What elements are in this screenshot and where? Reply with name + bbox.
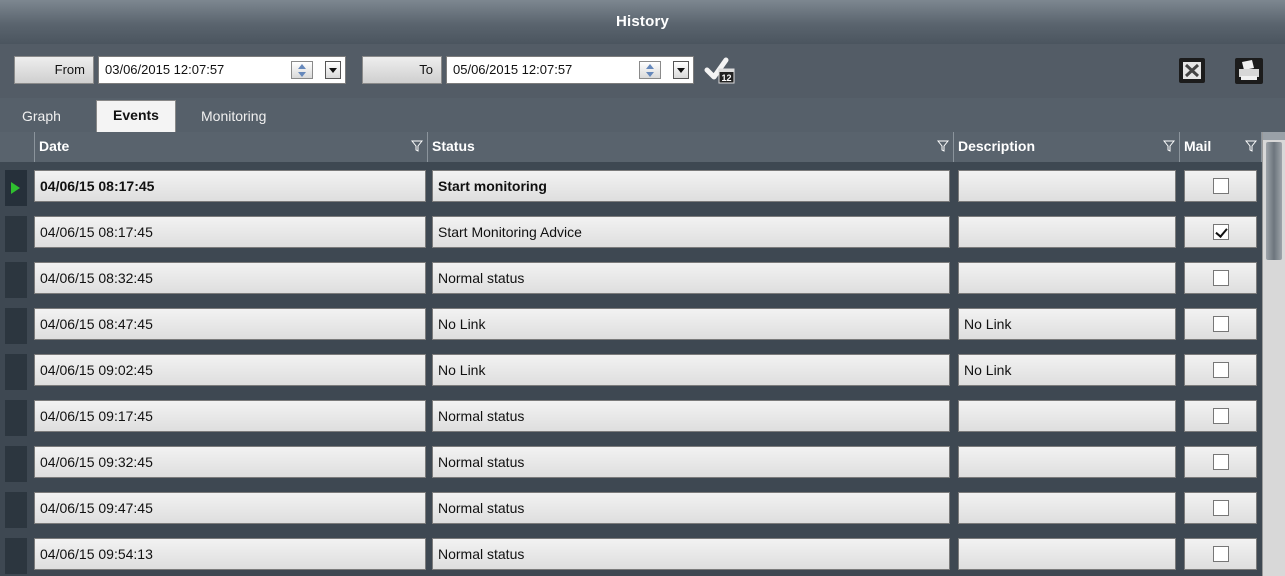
from-spin-icon[interactable]: [291, 61, 313, 79]
to-dropdown-icon[interactable]: [673, 61, 689, 79]
table-row[interactable]: 04/06/15 09:17:45 Normal status: [0, 392, 1262, 438]
cell-status[interactable]: Start monitoring: [432, 170, 950, 202]
column-header-date-label: Date: [39, 138, 70, 154]
cell-description[interactable]: [958, 170, 1176, 202]
scroll-up-arrow[interactable]: [1263, 132, 1285, 140]
from-datetime-field[interactable]: 03/06/2015 12:07:57: [98, 56, 346, 84]
to-datetime-field[interactable]: 05/06/2015 12:07:57: [446, 56, 694, 84]
cell-status[interactable]: No Link: [432, 354, 950, 386]
window-title: History: [0, 0, 1285, 44]
tab-bar: Graph Events Monitoring: [0, 98, 1285, 132]
filter-icon[interactable]: [1245, 140, 1257, 152]
row-indicator[interactable]: [5, 492, 27, 528]
table-row[interactable]: 04/06/15 08:32:45 Normal status: [0, 254, 1262, 300]
filter-icon[interactable]: [1163, 140, 1175, 152]
row-indicator[interactable]: [5, 308, 27, 344]
cell-status[interactable]: Normal status: [432, 446, 950, 478]
mail-checkbox[interactable]: [1213, 454, 1229, 470]
cell-description[interactable]: [958, 216, 1176, 248]
cell-date[interactable]: 04/06/15 09:54:13: [34, 538, 426, 570]
cell-description[interactable]: [958, 400, 1176, 432]
mail-checkbox[interactable]: [1213, 224, 1229, 240]
column-header-status-label: Status: [432, 138, 475, 154]
to-datetime-value: 05/06/2015 12:07:57: [453, 62, 573, 77]
grid-rows: 04/06/15 08:17:45 Start monitoring 04/06/1…: [0, 162, 1262, 576]
table-row[interactable]: 04/06/15 08:17:45 Start Monitoring Advice: [0, 208, 1262, 254]
column-header-mail-label: Mail: [1184, 138, 1212, 154]
filter-icon[interactable]: [411, 140, 423, 152]
calendar-day-label: 12: [721, 73, 731, 83]
row-indicator[interactable]: [5, 216, 27, 252]
cell-description[interactable]: No Link: [958, 354, 1176, 386]
mail-checkbox[interactable]: [1213, 546, 1229, 562]
cell-status[interactable]: Normal status: [432, 538, 950, 570]
cell-date[interactable]: 04/06/15 09:32:45: [34, 446, 426, 478]
cell-date[interactable]: 04/06/15 09:02:45: [34, 354, 426, 386]
column-header-date[interactable]: Date: [35, 132, 428, 162]
cell-status[interactable]: Normal status: [432, 400, 950, 432]
table-row[interactable]: 04/06/15 09:47:45 Normal status: [0, 484, 1262, 530]
cell-description[interactable]: [958, 262, 1176, 294]
table-row[interactable]: 04/06/15 09:02:45 No Link No Link: [0, 346, 1262, 392]
calendar-check-icon[interactable]: 12: [704, 54, 736, 86]
from-button[interactable]: From: [14, 56, 94, 84]
current-row-arrow-icon: [11, 182, 20, 194]
cell-status[interactable]: No Link: [432, 308, 950, 340]
column-header-description-label: Description: [958, 138, 1036, 154]
from-datetime-value: 03/06/2015 12:07:57: [105, 62, 225, 77]
scroll-thumb[interactable]: [1266, 142, 1282, 260]
mail-checkbox[interactable]: [1213, 270, 1229, 286]
cell-description[interactable]: No Link: [958, 308, 1176, 340]
column-header-description[interactable]: Description: [954, 132, 1180, 162]
cell-date[interactable]: 04/06/15 08:17:45: [34, 170, 426, 202]
cell-date[interactable]: 04/06/15 08:32:45: [34, 262, 426, 294]
row-indicator[interactable]: [5, 446, 27, 482]
row-indicator[interactable]: [5, 262, 27, 298]
mail-checkbox[interactable]: [1213, 362, 1229, 378]
table-row[interactable]: 04/06/15 09:54:13 Normal status: [0, 530, 1262, 576]
toolbar: From 03/06/2015 12:07:57 To 05/06/2015 1…: [0, 44, 1285, 98]
cell-status[interactable]: Normal status: [432, 262, 950, 294]
cell-description[interactable]: [958, 446, 1176, 478]
column-header-status[interactable]: Status: [428, 132, 954, 162]
mail-checkbox[interactable]: [1213, 500, 1229, 516]
to-spin-icon[interactable]: [639, 61, 661, 79]
tab-events[interactable]: Events: [96, 100, 176, 132]
cell-date[interactable]: 04/06/15 09:47:45: [34, 492, 426, 524]
table-row[interactable]: 04/06/15 08:17:45 Start monitoring: [0, 162, 1262, 208]
cell-status[interactable]: Start Monitoring Advice: [432, 216, 950, 248]
row-indicator[interactable]: [5, 354, 27, 390]
table-row[interactable]: 04/06/15 08:47:45 No Link No Link: [0, 300, 1262, 346]
to-button[interactable]: To: [362, 56, 442, 84]
cell-date[interactable]: 04/06/15 09:17:45: [34, 400, 426, 432]
vertical-scrollbar[interactable]: [1262, 132, 1285, 576]
mail-checkbox[interactable]: [1213, 316, 1229, 332]
cell-date[interactable]: 04/06/15 08:17:45: [34, 216, 426, 248]
row-indicator[interactable]: [5, 538, 27, 574]
cell-date[interactable]: 04/06/15 08:47:45: [34, 308, 426, 340]
column-header-mail[interactable]: Mail: [1180, 132, 1262, 162]
cell-status[interactable]: Normal status: [432, 492, 950, 524]
row-indicator-header: [0, 132, 35, 162]
excel-icon[interactable]: [1176, 54, 1208, 86]
table-row[interactable]: 04/06/15 09:32:45 Normal status: [0, 438, 1262, 484]
row-indicator[interactable]: [5, 400, 27, 436]
tab-monitoring[interactable]: Monitoring: [197, 104, 270, 130]
from-dropdown-icon[interactable]: [325, 61, 341, 79]
tab-graph[interactable]: Graph: [18, 104, 65, 130]
events-grid: Date Status Description Mail 04/06/15 08…: [0, 132, 1285, 576]
mail-checkbox[interactable]: [1213, 408, 1229, 424]
mail-checkbox[interactable]: [1213, 178, 1229, 194]
filter-icon[interactable]: [937, 140, 949, 152]
history-window: History From 03/06/2015 12:07:57 To 05/0…: [0, 0, 1285, 576]
row-indicator[interactable]: [5, 170, 27, 206]
printer-icon[interactable]: [1233, 54, 1265, 86]
cell-description[interactable]: [958, 492, 1176, 524]
cell-description[interactable]: [958, 538, 1176, 570]
